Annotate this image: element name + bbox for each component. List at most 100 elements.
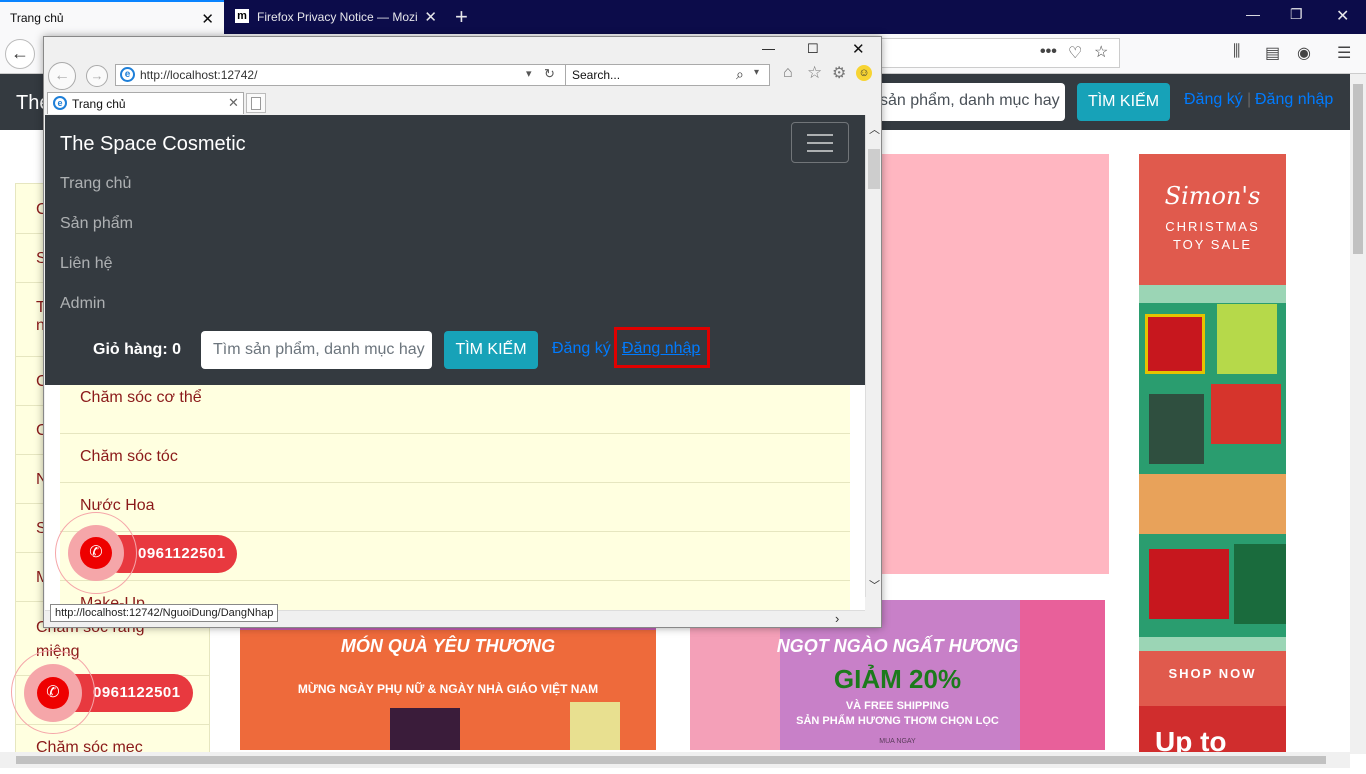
scroll-thumb[interactable] (1353, 84, 1363, 254)
new-tab-icon[interactable]: + (455, 4, 468, 30)
favorites-icon[interactable]: ☆ (807, 63, 822, 83)
toggler-bar (807, 150, 833, 152)
login-link[interactable]: Đăng nhập (622, 340, 700, 358)
close-icon[interactable]: ✕ (201, 10, 214, 28)
search-button[interactable]: TÌM KIẾM (1077, 83, 1170, 121)
sidebar-item[interactable]: Chăm sóc tóc (60, 434, 850, 483)
forward-icon[interactable]: → (86, 65, 108, 87)
ie-tab-home[interactable]: e Trang chủ ✕ (47, 92, 244, 114)
divider: | (1247, 91, 1252, 108)
library-icon[interactable]: ⫼ (1233, 43, 1240, 61)
register-link[interactable]: Đăng ký (552, 340, 611, 358)
address-text: http://localhost:12742/ (140, 68, 258, 82)
url-bar[interactable]: ••• ♡ ☆ (880, 38, 1120, 68)
address-bar[interactable]: e http://localhost:12742/ ▾ ↻ (115, 64, 567, 86)
pink-banner[interactable] (880, 154, 1109, 574)
ie-icon: e (53, 96, 67, 110)
cart-count[interactable]: Giỏ hàng: 0 (93, 341, 181, 359)
promo-line: SẢN PHẨM HƯƠNG THƠM CHỌN LỌC (796, 715, 999, 727)
banner-header: Simon's CHRISTMAS TOY SALE (1139, 154, 1286, 285)
sidebar-item[interactable]: Nước Hoa (60, 483, 850, 532)
home-icon[interactable]: ⌂ (783, 64, 793, 82)
mozilla-icon: m (235, 9, 249, 23)
sidebar-item[interactable]: Chăm sóc cơ thể (60, 385, 850, 434)
promo-small: MUA NGAY (879, 738, 916, 745)
back-icon[interactable]: ← (5, 39, 35, 69)
restore-icon[interactable]: ❐ (1290, 6, 1303, 23)
smiley-icon[interactable]: ☺ (856, 65, 872, 81)
nav-link-admin[interactable]: Admin (60, 295, 105, 313)
ie-vertical-scrollbar[interactable]: ︿ ﹀ (865, 115, 881, 597)
gear-icon[interactable]: ⚙ (832, 63, 846, 83)
new-tab-icon[interactable] (246, 93, 266, 113)
ie-tab-label: Trang chủ (72, 97, 126, 111)
dropdown-icon[interactable]: ▾ (526, 67, 532, 80)
nav-link-home[interactable]: Trang chủ (60, 175, 131, 193)
maximize-icon[interactable]: ☐ (807, 41, 819, 57)
scroll-thumb[interactable] (868, 149, 880, 189)
banner-subtitle: CHRISTMAS TOY SALE (1165, 219, 1260, 252)
close-window-icon[interactable]: ✕ (852, 40, 865, 58)
minimize-icon[interactable]: — (762, 41, 775, 56)
ie-search-placeholder: Search... (572, 68, 621, 82)
promo-discount: GIẢM 20% (833, 664, 962, 694)
promo-title: NGỌT NGÀO NGẤT HƯƠNG (776, 636, 1019, 656)
chevron-down-icon[interactable]: ﹀ (869, 577, 880, 593)
phone-icon[interactable]: ✆ (80, 537, 112, 569)
ie-search-input[interactable]: Search... ⌕ ▾ (565, 64, 770, 86)
close-window-icon[interactable]: ✕ (1336, 6, 1349, 26)
gift-box (1149, 394, 1204, 464)
account-icon[interactable]: ◉ (1297, 43, 1311, 63)
christmas-banner[interactable]: Simon's CHRISTMAS TOY SALE SHOP NOW Up t… (1139, 154, 1286, 768)
gift-box (1211, 384, 1281, 444)
page-glyph (251, 97, 261, 110)
toggler-bar (807, 134, 833, 136)
menu-icon[interactable]: ☰ (1337, 43, 1351, 63)
scroll-thumb[interactable] (16, 756, 1326, 764)
chevron-right-icon[interactable]: › (835, 611, 839, 626)
back-icon[interactable]: ← (48, 62, 76, 90)
gift-box (1234, 544, 1286, 624)
gift-box (570, 702, 620, 750)
close-icon[interactable]: ✕ (424, 8, 437, 26)
gift-box (1139, 474, 1286, 534)
ff-tab-home[interactable]: Trang chủ ✕ (0, 0, 224, 34)
minimize-icon[interactable]: — (1246, 6, 1260, 22)
page-vertical-scrollbar[interactable] (1350, 74, 1366, 754)
pocket-icon[interactable]: ♡ (1068, 43, 1082, 63)
search-input[interactable]: sản phẩm, danh mục hay (870, 83, 1065, 121)
register-link[interactable]: Đăng ký (1184, 91, 1243, 109)
login-link[interactable]: Đăng nhập (1255, 91, 1333, 109)
close-icon[interactable]: ✕ (228, 95, 239, 111)
ie-icon: e (120, 67, 135, 82)
nav-link-contact[interactable]: Liên hệ (60, 255, 113, 273)
product-box (390, 708, 460, 750)
banner-stripe (1139, 285, 1286, 303)
sidebar-icon[interactable]: ▤ (1265, 43, 1280, 63)
nav-link-products[interactable]: Sản phẩm (60, 215, 133, 233)
navbar-toggler[interactable] (791, 122, 849, 163)
chevron-up-icon[interactable]: ︿ (869, 121, 880, 137)
status-url-tooltip: http://localhost:12742/NguoiDung/DangNha… (50, 604, 279, 622)
bookmark-star-icon[interactable]: ☆ (1094, 42, 1108, 62)
more-icon[interactable]: ••• (1040, 43, 1057, 61)
page-navbar-expanded: The Space Cosmetic Trang chủ Sản phẩm Li… (45, 115, 865, 385)
phone-icon[interactable]: ✆ (37, 677, 69, 709)
shop-now-button[interactable]: SHOP NOW (1139, 651, 1286, 706)
banner-stripe (1139, 637, 1286, 651)
page-horizontal-scrollbar[interactable] (0, 752, 1350, 768)
search-icon[interactable]: ⌕ (736, 66, 744, 83)
ff-tab-privacy[interactable]: m Firefox Privacy Notice — Mozil ✕ (225, 0, 447, 34)
brand[interactable]: The Space Cosmetic (60, 133, 246, 156)
search-input[interactable]: Tìm sản phẩm, danh mục hay (201, 331, 432, 369)
dropdown-icon[interactable]: ▾ (754, 67, 759, 78)
ff-tab-label: Trang chủ (10, 11, 64, 25)
banner-title: Simon's (1164, 182, 1261, 210)
firefox-tab-bar: Trang chủ ✕ m Firefox Privacy Notice — M… (0, 0, 1366, 34)
refresh-icon[interactable]: ↻ (544, 66, 555, 82)
promo-line: VÀ FREE SHIPPING (845, 700, 950, 712)
gift-box (1145, 314, 1205, 374)
search-button[interactable]: TÌM KIẾM (444, 331, 538, 369)
ff-tab-label: Firefox Privacy Notice — Mozil (257, 10, 417, 24)
gift-box (1217, 304, 1277, 374)
